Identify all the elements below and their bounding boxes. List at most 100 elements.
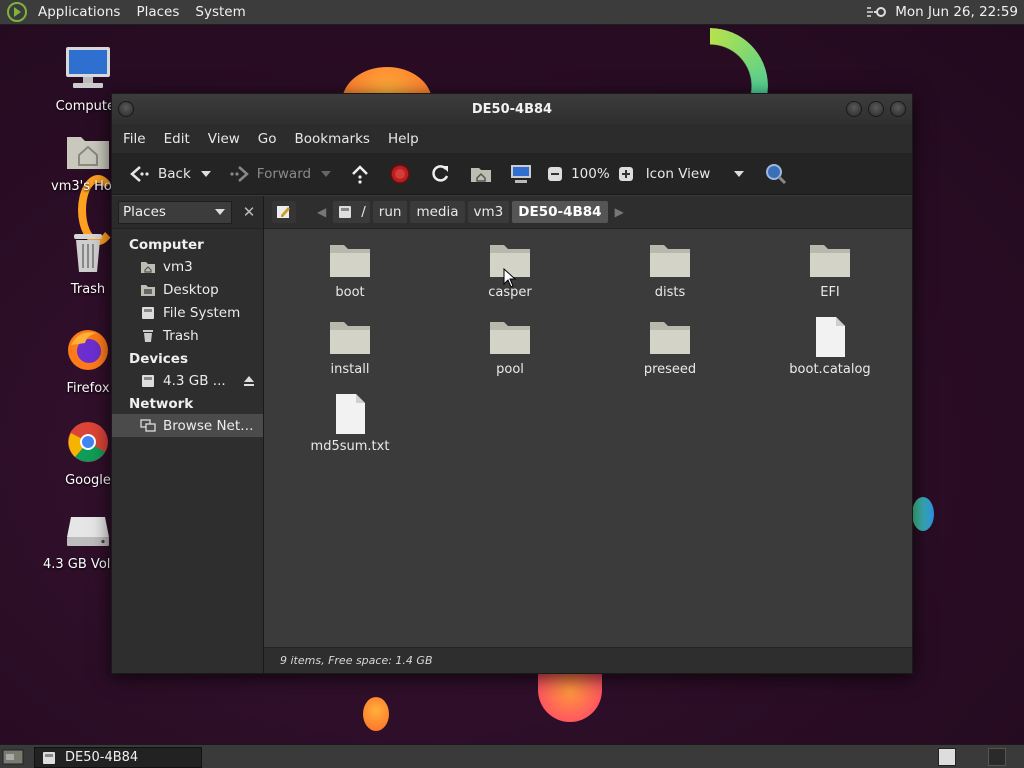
home-icon <box>141 261 155 273</box>
file-name: dists <box>654 285 686 300</box>
sidebar-item-label: 4.3 GB ... <box>163 372 226 389</box>
folder-item[interactable]: pool <box>450 316 570 377</box>
computer-icon <box>511 164 532 183</box>
forward-label: Forward <box>256 165 312 182</box>
sidebar-item-label: Trash <box>163 327 199 344</box>
trash-icon <box>143 329 153 342</box>
sidebar-item-label: vm3 <box>163 258 193 275</box>
folder-icon <box>810 245 850 277</box>
sidebar-item-file-system[interactable]: File System <box>112 301 263 324</box>
file-name: preseed <box>643 362 697 377</box>
path-scroll-left[interactable]: ◀ <box>313 201 330 223</box>
path-crumb-media[interactable]: media <box>410 201 465 223</box>
forward-button[interactable]: Forward <box>221 159 317 189</box>
path-crumb-vm3[interactable]: vm3 <box>467 201 510 223</box>
panel-clock[interactable]: Mon Jun 26, 22:59 <box>895 4 1018 20</box>
sidebar-type-select[interactable]: Places <box>118 200 232 224</box>
forward-history-dropdown[interactable] <box>317 159 335 189</box>
folder-item[interactable]: dists <box>610 239 730 300</box>
main-pane: ◀ / run media vm3 DE50-4B84 ▶ boot casper… <box>264 196 912 673</box>
toggle-location-button[interactable] <box>272 201 296 223</box>
folder-item[interactable]: EFI <box>770 239 890 300</box>
back-button[interactable]: Back <box>122 159 197 189</box>
window-menu-button[interactable] <box>118 101 134 117</box>
zoom-out-icon <box>548 166 563 181</box>
file-item[interactable]: boot.catalog <box>770 316 890 377</box>
sidebar-item-desktop[interactable]: Desktop <box>112 278 263 301</box>
panel-menu-places[interactable]: Places <box>128 4 187 20</box>
file-manager-window: DE50-4B84 File Edit View Go Bookmarks He… <box>111 93 913 674</box>
zoom-in-icon <box>618 166 633 181</box>
path-scroll-right[interactable]: ▶ <box>611 201 628 223</box>
file-item[interactable]: md5sum.txt <box>290 393 410 454</box>
chevron-down-icon <box>200 170 211 177</box>
path-crumb-current[interactable]: DE50-4B84 <box>512 201 608 223</box>
chrome-icon <box>68 422 108 462</box>
zoom-level: 100% <box>571 165 610 182</box>
sidebar-item-label: File System <box>163 304 241 321</box>
folder-item[interactable]: preseed <box>610 316 730 377</box>
close-icon: ✕ <box>242 203 256 221</box>
workspace-switcher[interactable] <box>938 748 956 766</box>
sidebar-item-vm3[interactable]: vm3 <box>112 255 263 278</box>
taskbar-item-file-manager[interactable]: DE50-4B84 <box>34 747 202 768</box>
network-tray-icon[interactable] <box>865 4 887 20</box>
sidebar-item-label: Browse Net… <box>163 417 254 434</box>
minimize-button[interactable] <box>846 101 862 117</box>
view-mode-value: Icon View <box>645 165 711 182</box>
stop-icon <box>390 163 410 184</box>
sidebar-item-volume[interactable]: 4.3 GB ... <box>112 369 263 392</box>
menu-view[interactable]: View <box>199 131 249 147</box>
chevron-down-icon <box>321 170 332 177</box>
menubar: File Edit View Go Bookmarks Help <box>112 124 912 153</box>
sidebar-close-button[interactable]: ✕ <box>238 201 260 223</box>
wallpaper-blob <box>363 697 389 731</box>
drive-icon <box>43 751 55 764</box>
panel-menu-system[interactable]: System <box>187 4 253 20</box>
sidebar-item-browse-network[interactable]: Browse Net… <box>112 414 263 437</box>
computer-button[interactable] <box>503 159 539 189</box>
folder-item[interactable]: boot <box>290 239 410 300</box>
computer-icon <box>66 47 110 88</box>
eject-icon[interactable] <box>243 375 255 387</box>
up-button[interactable] <box>343 159 377 189</box>
show-desktop-icon[interactable] <box>2 748 24 766</box>
workspace-switcher-2[interactable] <box>988 748 1006 766</box>
menu-edit[interactable]: Edit <box>155 131 199 147</box>
folder-item[interactable]: install <box>290 316 410 377</box>
trash-icon <box>74 234 102 272</box>
path-crumb-run[interactable]: run <box>372 201 408 223</box>
sidebar-group-network: Network <box>129 396 194 412</box>
close-button[interactable] <box>890 101 906 117</box>
zoom-in-button[interactable] <box>612 159 640 189</box>
menu-bookmarks[interactable]: Bookmarks <box>286 131 379 147</box>
window-title: DE50-4B84 <box>471 101 553 117</box>
menu-file[interactable]: File <box>114 131 155 147</box>
zoom-out-button[interactable] <box>541 159 569 189</box>
stop-button[interactable] <box>383 159 417 189</box>
maximize-button[interactable] <box>868 101 884 117</box>
sidebar-item-label: Desktop <box>163 281 219 298</box>
sidebar-item-trash[interactable]: Trash <box>112 324 263 347</box>
home-button[interactable] <box>463 159 499 189</box>
sidebar-group-devices: Devices <box>129 351 188 367</box>
folder-icon <box>490 322 530 354</box>
home-folder-icon <box>67 137 109 169</box>
path-crumb-label: / <box>361 204 366 220</box>
status-bar: 9 items, Free space: 1.4 GB <box>264 647 912 673</box>
view-mode-select[interactable]: Icon View <box>640 159 750 189</box>
reload-button[interactable] <box>423 159 457 189</box>
panel-menu-applications[interactable]: Applications <box>30 4 128 20</box>
sidebar-header: Places ✕ <box>112 196 263 229</box>
window-titlebar[interactable]: DE50-4B84 <box>112 94 912 124</box>
distro-logo-icon[interactable] <box>6 1 28 23</box>
menu-help[interactable]: Help <box>379 131 428 147</box>
menu-go[interactable]: Go <box>249 131 286 147</box>
back-history-dropdown[interactable] <box>197 159 215 189</box>
file-grid: boot casper dists EFI install pool preseed boot… <box>264 229 912 641</box>
wallpaper-blob <box>912 497 934 531</box>
path-crumb-root[interactable]: / <box>333 201 370 223</box>
up-arrow-icon <box>352 164 368 184</box>
folder-icon <box>330 322 370 354</box>
search-button[interactable] <box>758 159 794 189</box>
